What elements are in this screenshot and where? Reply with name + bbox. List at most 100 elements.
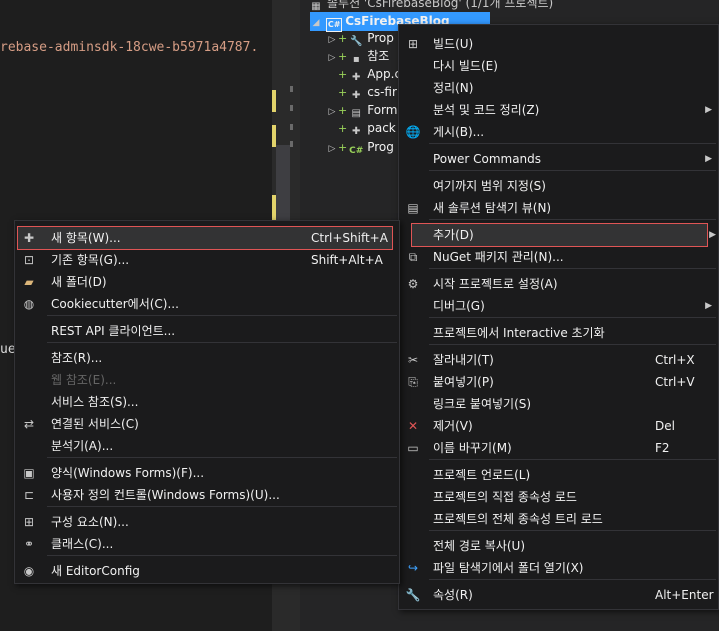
menu-item-게시[interactable]: 🌐 게시(B)...	[399, 121, 718, 143]
wrench-icon: 🔧	[405, 588, 421, 602]
menu-item-전체-경로-복사[interactable]: 전체 경로 복사(U)	[399, 535, 718, 557]
tree-item[interactable]: ▷ + ▪ 참조	[326, 47, 390, 65]
menu-item-속성[interactable]: 🔧 속성(R) Alt+Enter	[399, 584, 718, 606]
scroll-marker	[290, 124, 293, 130]
tree-item[interactable]: ▷ + C# Prog	[326, 138, 394, 156]
new-view-icon: ▤	[407, 201, 419, 215]
menu-item-잘라내기[interactable]: ✂ 잘라내기(T) Ctrl+X	[399, 349, 718, 371]
menu-separator	[47, 457, 397, 458]
menu-item-power-commands[interactable]: Power Commands ▶	[399, 148, 718, 170]
submenu-item-label: 분석기(A)...	[51, 439, 114, 453]
menu-item-새-솔루션-탐색기-뷰[interactable]: ▤ 새 솔루션 탐색기 뷰(N)	[399, 197, 718, 219]
component-icon: ⊞	[23, 515, 35, 529]
tree-item[interactable]: + ✚ App.c	[326, 65, 401, 83]
submenu-item-참조[interactable]: 참조(R)...	[15, 347, 399, 369]
submenu-item-연결된-서비스[interactable]: ⇄ 연결된 서비스(C)	[15, 413, 399, 435]
solution-node[interactable]: ▦ 솔루션 'CsFirebaseBlog' (1/1개 프로젝트)	[308, 0, 553, 12]
menu-item-프로젝트에서-interactive-초기화[interactable]: 프로젝트에서 Interactive 초기화	[399, 322, 718, 344]
submenu-item-label: 참조(R)...	[51, 351, 103, 365]
menu-item-빌드[interactable]: ⊞ 빌드(U)	[399, 33, 718, 55]
submenu-arrow-icon: ▶	[705, 301, 712, 311]
tree-item-label: App.c	[367, 67, 402, 81]
expand-arrow-icon[interactable]: ▷	[326, 140, 338, 158]
tree-item-label: Form	[367, 103, 398, 117]
submenu-item-label: REST API 클라이언트...	[51, 324, 176, 338]
menu-item-shortcut: Alt+Enter	[655, 588, 714, 602]
menu-separator	[47, 555, 397, 556]
pending-add-icon: +	[338, 50, 348, 63]
menu-separator	[429, 344, 716, 345]
submenu-item-새-항목[interactable]: ✚ 새 항목(W)... Ctrl+Shift+A	[17, 226, 393, 250]
submenu-arrow-icon: ▶	[705, 154, 712, 164]
menu-item-다시-빌드[interactable]: 다시 빌드(E)	[399, 55, 718, 77]
menu-item-파일-탐색기에서-폴더-열기[interactable]: ↪ 파일 탐색기에서 폴더 열기(X)	[399, 557, 718, 579]
menu-item-shortcut: Ctrl+V	[655, 375, 695, 389]
collapse-arrow-icon[interactable]: ◢	[310, 14, 322, 33]
submenu-item-클래스[interactable]: ⚭ 클래스(C)...	[15, 533, 399, 555]
menu-item-디버그[interactable]: 디버그(G) ▶	[399, 295, 718, 317]
submenu-item-분석기[interactable]: 분석기(A)...	[15, 435, 399, 457]
rename-icon: ▭	[407, 441, 419, 455]
menu-item-제거[interactable]: ✕ 제거(V) Del	[399, 415, 718, 437]
submenu-item-기존-항목[interactable]: ⊡ 기존 항목(G)... Shift+Alt+A	[15, 249, 399, 271]
menu-item-label: 여기까지 범위 지정(S)	[433, 179, 546, 193]
user-control-icon: ⊏	[23, 488, 35, 502]
submenu-item-구성-요소[interactable]: ⊞ 구성 요소(N)...	[15, 511, 399, 533]
submenu-item-cookiecutter에서[interactable]: ◍ Cookiecutter에서(C)...	[15, 293, 399, 315]
menu-separator	[429, 268, 716, 269]
menu-item-label: 추가(D)	[433, 228, 474, 242]
menu-item-label: 이름 바꾸기(M)	[433, 441, 512, 455]
globe-icon: 🌐	[405, 125, 421, 139]
form-icon: ▤	[351, 108, 361, 119]
new-folder-icon: ▰	[24, 275, 34, 289]
submenu-arrow-icon: ▶	[709, 230, 716, 240]
menu-item-붙여넣기[interactable]: ⎘ 붙여넣기(P) Ctrl+V	[399, 371, 718, 393]
menu-item-label: 프로젝트 언로드(L)	[433, 468, 531, 482]
submenu-item-새-폴더[interactable]: ▰ 새 폴더(D)	[15, 271, 399, 293]
tree-item[interactable]: + ✚ pack	[326, 119, 396, 137]
submenu-item-새-editorconfig[interactable]: ◉ 새 EditorConfig	[15, 560, 399, 582]
menu-item-정리[interactable]: 정리(N)	[399, 77, 718, 99]
submenu-item-label: 새 EditorConfig	[51, 564, 140, 578]
menu-item-프로젝트의-직접-종속성-로드[interactable]: 프로젝트의 직접 종속성 로드	[399, 486, 718, 508]
scroll-marker	[290, 141, 293, 147]
menu-item-label: 파일 탐색기에서 폴더 열기(X)	[433, 561, 584, 575]
delete-icon: ✕	[407, 419, 419, 433]
menu-item-프로젝트의-전체-종속성-트리-로드[interactable]: 프로젝트의 전체 종속성 트리 로드	[399, 508, 718, 530]
pending-add-icon: +	[338, 68, 348, 81]
menu-separator	[429, 459, 716, 460]
tree-item[interactable]: ▷ + 🔧 Prop	[326, 29, 394, 47]
tree-item-label: pack	[367, 121, 396, 135]
submenu-item-웹-참조: 웹 참조(E)...	[15, 369, 399, 391]
submenu-item-label: 연결된 서비스(C)	[51, 417, 139, 431]
pending-add-icon: +	[338, 86, 348, 99]
change-marker	[272, 195, 276, 220]
submenu-item-label: 양식(Windows Forms)(F)...	[51, 466, 205, 480]
submenu-item-서비스-참조[interactable]: 서비스 참조(S)...	[15, 391, 399, 413]
menu-item-shortcut: F2	[655, 441, 670, 455]
submenu-item-label: 웹 참조(E)...	[51, 373, 117, 387]
submenu-arrow-icon: ▶	[705, 105, 712, 115]
submenu-item-rest-api-클라이언트[interactable]: REST API 클라이언트...	[15, 320, 399, 342]
cookiecutter-icon: ◍	[23, 297, 35, 311]
menu-item-nuget-패키지-관리[interactable]: ⧉ NuGet 패키지 관리(N)...	[399, 246, 718, 268]
menu-item-shortcut: Del	[655, 419, 675, 433]
menu-item-링크로-붙여넣기[interactable]: 링크로 붙여넣기(S)	[399, 393, 718, 415]
menu-separator	[429, 170, 716, 171]
submenu-item-label: 사용자 정의 컨트롤(Windows Forms)(U)...	[51, 488, 280, 502]
menu-item-프로젝트-언로드[interactable]: 프로젝트 언로드(L)	[399, 464, 718, 486]
pending-add-icon: +	[338, 32, 348, 45]
menu-item-분석-및-코드-정리[interactable]: 분석 및 코드 정리(Z) ▶	[399, 99, 718, 121]
menu-item-시작-프로젝트로-설정[interactable]: ⚙ 시작 프로젝트로 설정(A)	[399, 273, 718, 295]
tree-item[interactable]: + ✚ cs-fir	[326, 83, 397, 101]
menu-separator	[429, 143, 716, 144]
csharp-file-icon: C#	[349, 146, 364, 156]
menu-item-여기까지-범위-지정[interactable]: 여기까지 범위 지정(S)	[399, 175, 718, 197]
menu-item-이름-바꾸기[interactable]: ▭ 이름 바꾸기(M) F2	[399, 437, 718, 459]
submenu-item-양식[interactable]: ▣ 양식(Windows Forms)(F)...	[15, 462, 399, 484]
menu-item-label: 다시 빌드(E)	[433, 59, 498, 73]
tree-item[interactable]: ▷ + ▤ Form	[326, 101, 398, 119]
menu-item-추가[interactable]: 추가(D) ▶	[411, 223, 716, 247]
submenu-item-사용자-정의-컨트롤[interactable]: ⊏ 사용자 정의 컨트롤(Windows Forms)(U)...	[15, 484, 399, 506]
scrollbar-thumb[interactable]	[276, 145, 290, 225]
